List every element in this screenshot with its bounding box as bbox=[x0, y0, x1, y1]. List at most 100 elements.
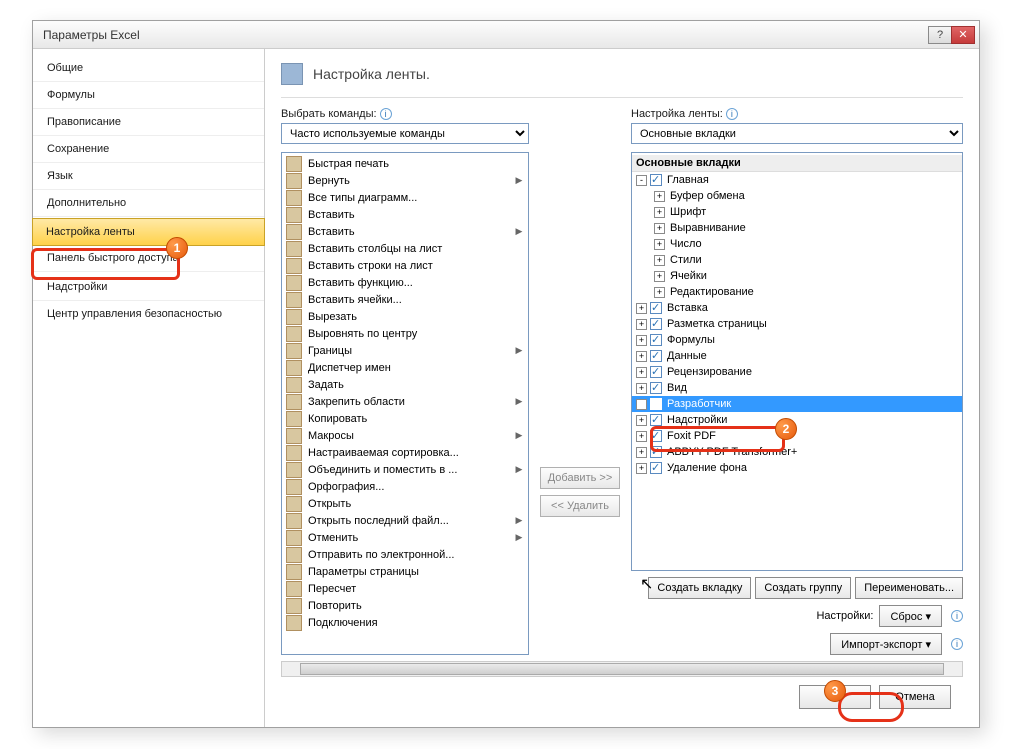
checkbox[interactable] bbox=[650, 174, 662, 186]
command-item[interactable]: Вставить bbox=[282, 206, 528, 223]
sidebar-item-advanced[interactable]: Дополнительно bbox=[33, 190, 264, 217]
tree-item[interactable]: +Шрифт bbox=[632, 204, 962, 220]
expand-icon[interactable]: + bbox=[636, 415, 647, 426]
expand-icon[interactable]: + bbox=[636, 367, 647, 378]
tree-item[interactable]: +Foxit PDF bbox=[632, 428, 962, 444]
command-item[interactable]: Открыть bbox=[282, 495, 528, 512]
tree-item[interactable]: -Главная bbox=[632, 172, 962, 188]
expand-icon[interactable]: + bbox=[654, 287, 665, 298]
horizontal-scrollbar[interactable] bbox=[281, 661, 963, 677]
add-button[interactable]: Добавить >> bbox=[540, 467, 620, 489]
ok-button[interactable]: ОК bbox=[799, 685, 871, 709]
expand-icon[interactable]: + bbox=[636, 335, 647, 346]
sidebar-item-language[interactable]: Язык bbox=[33, 163, 264, 190]
command-item[interactable]: Быстрая печать bbox=[282, 155, 528, 172]
expand-icon[interactable]: + bbox=[636, 319, 647, 330]
expand-icon[interactable]: + bbox=[654, 191, 665, 202]
sidebar-item-formulas[interactable]: Формулы bbox=[33, 82, 264, 109]
tree-item[interactable]: +Разметка страницы bbox=[632, 316, 962, 332]
expand-icon[interactable]: + bbox=[636, 303, 647, 314]
command-item[interactable]: Диспетчер имен bbox=[282, 359, 528, 376]
tree-item[interactable]: +Разработчик bbox=[632, 396, 962, 412]
command-item[interactable]: Макросы▶ bbox=[282, 427, 528, 444]
checkbox[interactable] bbox=[650, 462, 662, 474]
command-item[interactable]: Пересчет bbox=[282, 580, 528, 597]
expand-icon[interactable]: - bbox=[636, 175, 647, 186]
expand-icon[interactable]: + bbox=[654, 255, 665, 266]
tree-item[interactable]: +Вставка bbox=[632, 300, 962, 316]
command-item[interactable]: Открыть последний файл...▶ bbox=[282, 512, 528, 529]
expand-icon[interactable]: + bbox=[636, 383, 647, 394]
command-item[interactable]: Отправить по электронной... bbox=[282, 546, 528, 563]
sidebar-item-trust-center[interactable]: Центр управления безопасностью bbox=[33, 301, 264, 327]
info-icon[interactable]: i bbox=[726, 108, 738, 120]
tree-item[interactable]: +Формулы bbox=[632, 332, 962, 348]
command-item[interactable]: Закрепить области▶ bbox=[282, 393, 528, 410]
tree-item[interactable]: +Выравнивание bbox=[632, 220, 962, 236]
expand-icon[interactable]: + bbox=[654, 223, 665, 234]
checkbox[interactable] bbox=[650, 302, 662, 314]
tree-item[interactable]: +Буфер обмена bbox=[632, 188, 962, 204]
checkbox[interactable] bbox=[650, 350, 662, 362]
cancel-button[interactable]: Отмена bbox=[879, 685, 951, 709]
close-button[interactable]: ✕ bbox=[951, 26, 975, 44]
checkbox[interactable] bbox=[650, 398, 662, 410]
checkbox[interactable] bbox=[650, 318, 662, 330]
checkbox[interactable] bbox=[650, 446, 662, 458]
tree-item[interactable]: +ABBYY PDF Transformer+ bbox=[632, 444, 962, 460]
tree-item[interactable]: +Удаление фона bbox=[632, 460, 962, 476]
command-item[interactable]: Объединить и поместить в ...▶ bbox=[282, 461, 528, 478]
sidebar-item-save[interactable]: Сохранение bbox=[33, 136, 264, 163]
command-item[interactable]: Вставить▶ bbox=[282, 223, 528, 240]
sidebar-item-customize-ribbon[interactable]: Настройка ленты bbox=[32, 218, 265, 246]
tree-item[interactable]: +Редактирование bbox=[632, 284, 962, 300]
tree-item[interactable]: +Вид bbox=[632, 380, 962, 396]
expand-icon[interactable]: + bbox=[636, 351, 647, 362]
sidebar-item-general[interactable]: Общие bbox=[33, 55, 264, 82]
command-item[interactable]: Выровнять по центру bbox=[282, 325, 528, 342]
checkbox[interactable] bbox=[650, 334, 662, 346]
command-item[interactable]: Вставить ячейки... bbox=[282, 291, 528, 308]
command-item[interactable]: Вставить столбцы на лист bbox=[282, 240, 528, 257]
import-export-button[interactable]: Импорт-экспорт ▾ bbox=[830, 633, 942, 655]
command-item[interactable]: Подключения bbox=[282, 614, 528, 631]
command-item[interactable]: Копировать bbox=[282, 410, 528, 427]
tree-item[interactable]: +Данные bbox=[632, 348, 962, 364]
command-item[interactable]: Отменить▶ bbox=[282, 529, 528, 546]
expand-icon[interactable]: + bbox=[654, 271, 665, 282]
checkbox[interactable] bbox=[650, 414, 662, 426]
command-item[interactable]: Вырезать bbox=[282, 308, 528, 325]
info-icon[interactable]: i bbox=[380, 108, 392, 120]
checkbox[interactable] bbox=[650, 430, 662, 442]
checkbox[interactable] bbox=[650, 382, 662, 394]
expand-icon[interactable]: + bbox=[636, 399, 647, 410]
ribbon-tree[interactable]: Основные вкладки -Главная+Буфер обмена+Ш… bbox=[631, 152, 963, 571]
reset-button[interactable]: Сброс ▾ bbox=[879, 605, 942, 627]
command-item[interactable]: Вставить функцию... bbox=[282, 274, 528, 291]
tree-item[interactable]: +Стили bbox=[632, 252, 962, 268]
checkbox[interactable] bbox=[650, 366, 662, 378]
expand-icon[interactable]: + bbox=[636, 447, 647, 458]
tree-item[interactable]: +Надстройки bbox=[632, 412, 962, 428]
new-group-button[interactable]: Создать группу bbox=[755, 577, 851, 599]
info-icon[interactable]: i bbox=[951, 638, 963, 650]
command-item[interactable]: Настраиваемая сортировка... bbox=[282, 444, 528, 461]
tree-item[interactable]: +Число bbox=[632, 236, 962, 252]
command-item[interactable]: Границы▶ bbox=[282, 342, 528, 359]
command-item[interactable]: Задать bbox=[282, 376, 528, 393]
sidebar-item-addins[interactable]: Надстройки bbox=[33, 274, 264, 301]
sidebar-item-proofing[interactable]: Правописание bbox=[33, 109, 264, 136]
tree-item[interactable]: +Ячейки bbox=[632, 268, 962, 284]
expand-icon[interactable]: + bbox=[636, 431, 647, 442]
expand-icon[interactable]: + bbox=[636, 463, 647, 474]
commands-listbox[interactable]: Быстрая печатьВернуть▶Все типы диаграмм.… bbox=[281, 152, 529, 655]
command-item[interactable]: Повторить bbox=[282, 597, 528, 614]
new-tab-button[interactable]: Создать вкладку bbox=[648, 577, 751, 599]
command-item[interactable]: Вернуть▶ bbox=[282, 172, 528, 189]
sidebar-item-quick-access[interactable]: Панель быстрого доступа bbox=[33, 245, 264, 272]
command-item[interactable]: Параметры страницы bbox=[282, 563, 528, 580]
rename-button[interactable]: Переименовать... bbox=[855, 577, 963, 599]
choose-commands-combo[interactable]: Часто используемые команды bbox=[281, 123, 529, 144]
remove-button[interactable]: << Удалить bbox=[540, 495, 620, 517]
expand-icon[interactable]: + bbox=[654, 239, 665, 250]
